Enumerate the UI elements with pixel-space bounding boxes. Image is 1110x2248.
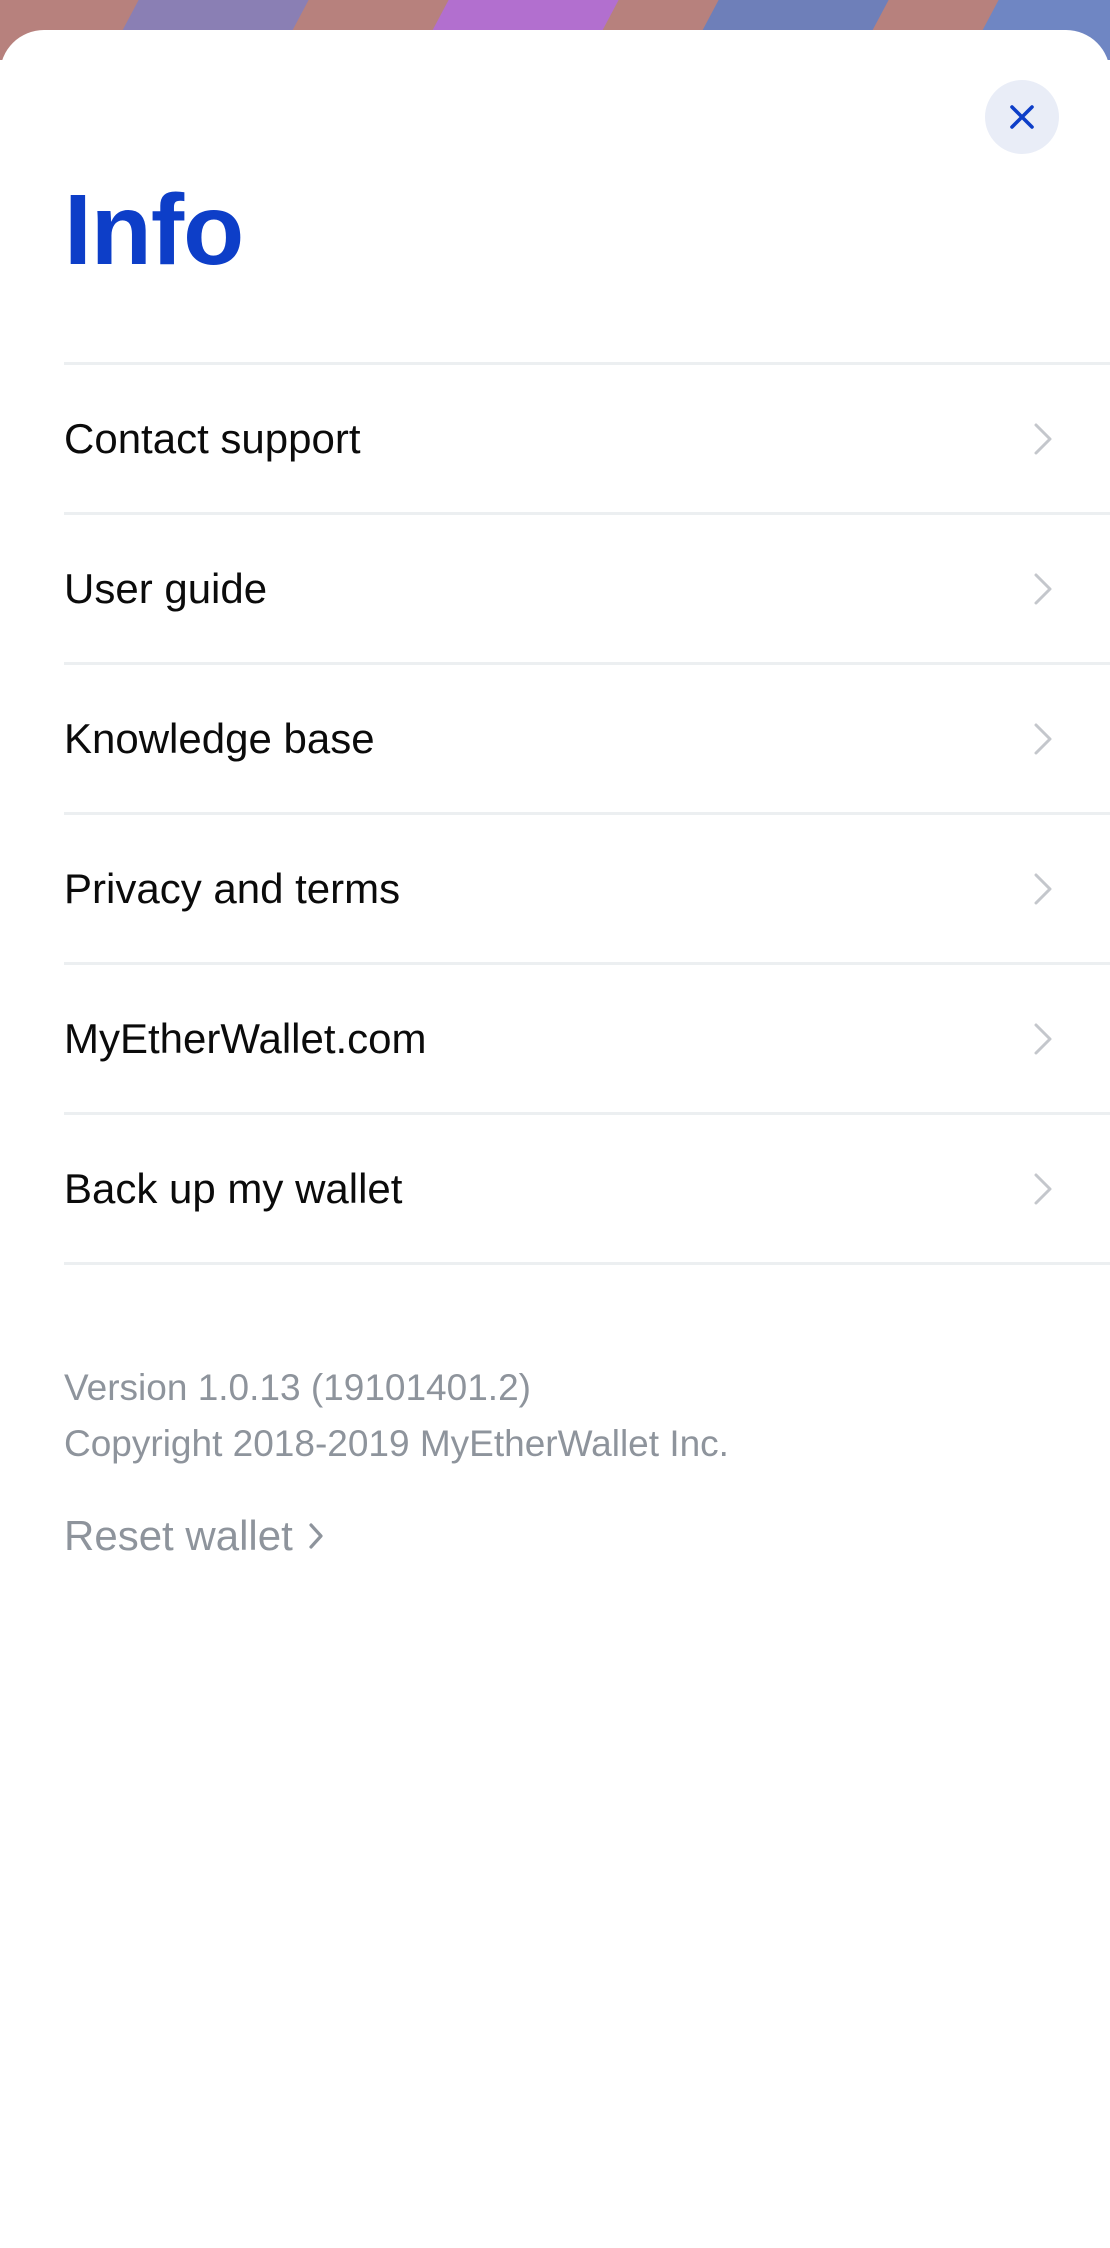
page-title: Info [64, 174, 244, 286]
chevron-right-icon [1034, 573, 1052, 604]
menu-item-label: Privacy and terms [64, 864, 401, 912]
menu-item-label: User guide [64, 564, 268, 612]
menu-item-knowledge-base[interactable]: Knowledge base [64, 665, 1110, 815]
info-sheet: Info Contact support User guide Knowledg… [0, 30, 1110, 2248]
info-menu: Contact support User guide Knowledge bas… [64, 362, 1110, 1265]
menu-item-label: MyEtherWallet.com [64, 1014, 427, 1062]
menu-item-label: Knowledge base [64, 714, 375, 762]
chevron-right-icon [309, 1523, 323, 1549]
copyright-text: Copyright 2018-2019 MyEtherWallet Inc. [64, 1423, 729, 1464]
app-info: Version 1.0.13 (19101401.2) Copyright 20… [64, 1360, 729, 1472]
menu-item-label: Contact support [64, 414, 361, 462]
menu-item-label: Back up my wallet [64, 1164, 403, 1212]
close-button[interactable] [985, 80, 1059, 154]
chevron-right-icon [1034, 1023, 1052, 1054]
chevron-right-icon [1034, 723, 1052, 754]
chevron-right-icon [1034, 1173, 1052, 1204]
menu-item-myetherwallet-com[interactable]: MyEtherWallet.com [64, 965, 1110, 1115]
menu-item-contact-support[interactable]: Contact support [64, 365, 1110, 515]
menu-item-privacy-and-terms[interactable]: Privacy and terms [64, 815, 1110, 965]
chevron-right-icon [1034, 873, 1052, 904]
reset-wallet-label: Reset wallet [64, 1512, 293, 1559]
chevron-right-icon [1034, 423, 1052, 454]
menu-item-user-guide[interactable]: User guide [64, 515, 1110, 665]
close-icon [1010, 105, 1034, 129]
version-text: Version 1.0.13 (19101401.2) [64, 1367, 531, 1408]
reset-wallet-link[interactable]: Reset wallet [64, 1512, 325, 1560]
menu-item-back-up-my-wallet[interactable]: Back up my wallet [64, 1115, 1110, 1265]
